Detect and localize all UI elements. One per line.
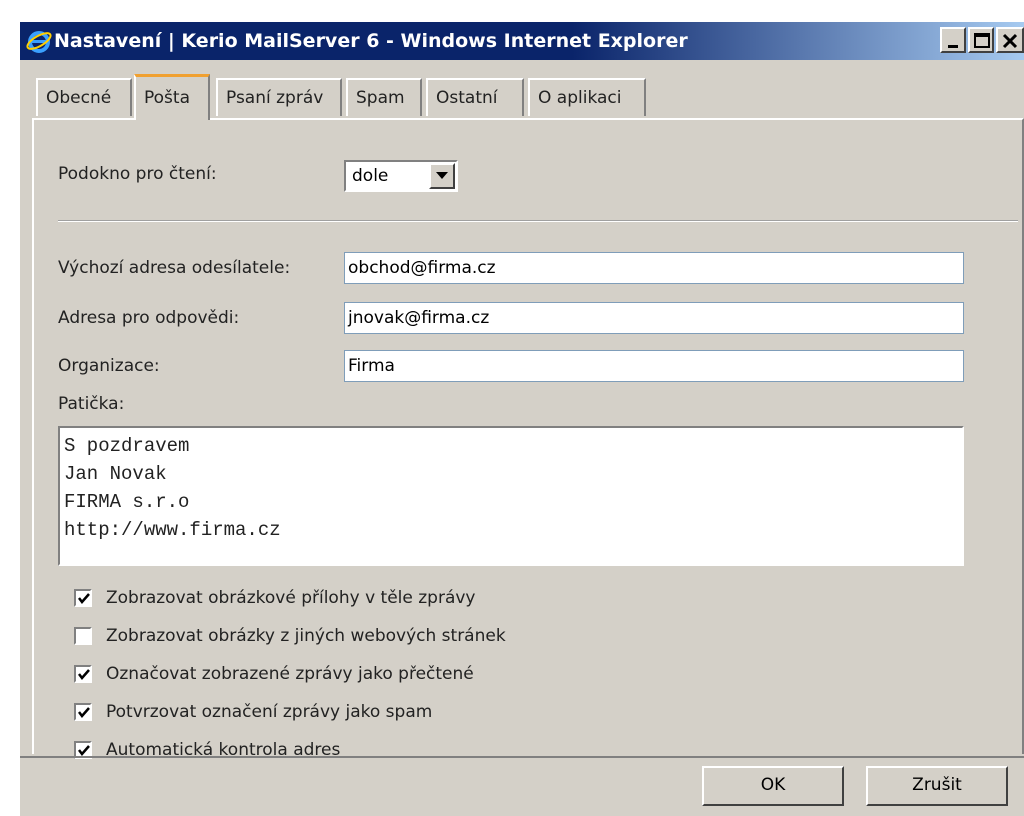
tab-obecne[interactable]: Obecné	[36, 78, 132, 116]
reading-pane-label: Podokno pro čtení:	[58, 164, 217, 184]
reading-pane-value: dole	[352, 166, 389, 186]
chevron-down-icon	[436, 172, 448, 179]
checkbox-label: Označovat zobrazené zprávy jako přečtené	[106, 664, 474, 684]
dropdown-arrow-button[interactable]	[429, 163, 455, 189]
signature-line: FIRMA s.r.o	[64, 491, 190, 513]
checkmark-icon	[78, 593, 90, 604]
sender-address-input[interactable]: obchod@firma.cz	[344, 252, 964, 284]
minimize-button[interactable]	[940, 27, 966, 53]
checkbox-label: Zobrazovat obrázky z jiných webových str…	[106, 626, 506, 646]
checkbox-label: Zobrazovat obrázkové přílohy v těle zprá…	[106, 588, 476, 608]
minimize-icon	[948, 45, 958, 48]
internet-explorer-icon	[26, 31, 52, 53]
footer-divider	[20, 756, 1024, 758]
maximize-button[interactable]	[968, 27, 994, 53]
organization-input[interactable]: Firma	[344, 350, 964, 382]
signature-line: S pozdravem	[64, 435, 190, 457]
close-button[interactable]	[996, 27, 1024, 53]
signature-label: Patička:	[58, 394, 125, 414]
checkbox-label: Potvrzovat označení zprávy jako spam	[106, 702, 433, 722]
checkmark-icon	[78, 707, 90, 718]
reading-pane-select[interactable]: dole	[344, 160, 458, 192]
mail-settings-panel: Podokno pro čtení: dole Výchozí adresa o…	[32, 118, 1024, 760]
tab-ostatni[interactable]: Ostatní	[426, 78, 524, 116]
checkbox[interactable]	[74, 665, 92, 683]
cancel-button[interactable]: Zrušit	[866, 766, 1008, 806]
maximize-icon	[974, 33, 990, 48]
signature-line: Jan Novak	[64, 463, 167, 485]
close-icon	[1002, 33, 1018, 49]
organization-label: Organizace:	[58, 356, 160, 376]
tab-o-aplikaci[interactable]: O aplikaci	[528, 78, 646, 116]
window-title: Nastavení | Kerio MailServer 6 - Windows…	[54, 30, 688, 52]
tab-posta[interactable]: Pošta	[134, 74, 210, 120]
tab-spam[interactable]: Spam	[346, 78, 422, 116]
ok-button[interactable]: OK	[702, 766, 844, 806]
title-bar[interactable]: Nastavení | Kerio MailServer 6 - Windows…	[20, 22, 1024, 60]
settings-window: Nastavení | Kerio MailServer 6 - Windows…	[18, 20, 1024, 816]
checkbox[interactable]	[74, 703, 92, 721]
separator	[58, 220, 1018, 222]
checkbox[interactable]	[74, 627, 92, 645]
reply-address-label: Adresa pro odpovědi:	[58, 308, 240, 328]
reply-address-input[interactable]: jnovak@firma.cz	[344, 302, 964, 334]
checkbox[interactable]	[74, 589, 92, 607]
checkmark-icon	[78, 669, 90, 680]
tab-psani-zprav[interactable]: Psaní zpráv	[216, 78, 342, 116]
sender-address-label: Výchozí adresa odesílatele:	[58, 258, 291, 278]
signature-textarea[interactable]: S pozdravem Jan Novak FIRMA s.r.o http:/…	[58, 426, 964, 566]
signature-line: http://www.firma.cz	[64, 519, 281, 541]
